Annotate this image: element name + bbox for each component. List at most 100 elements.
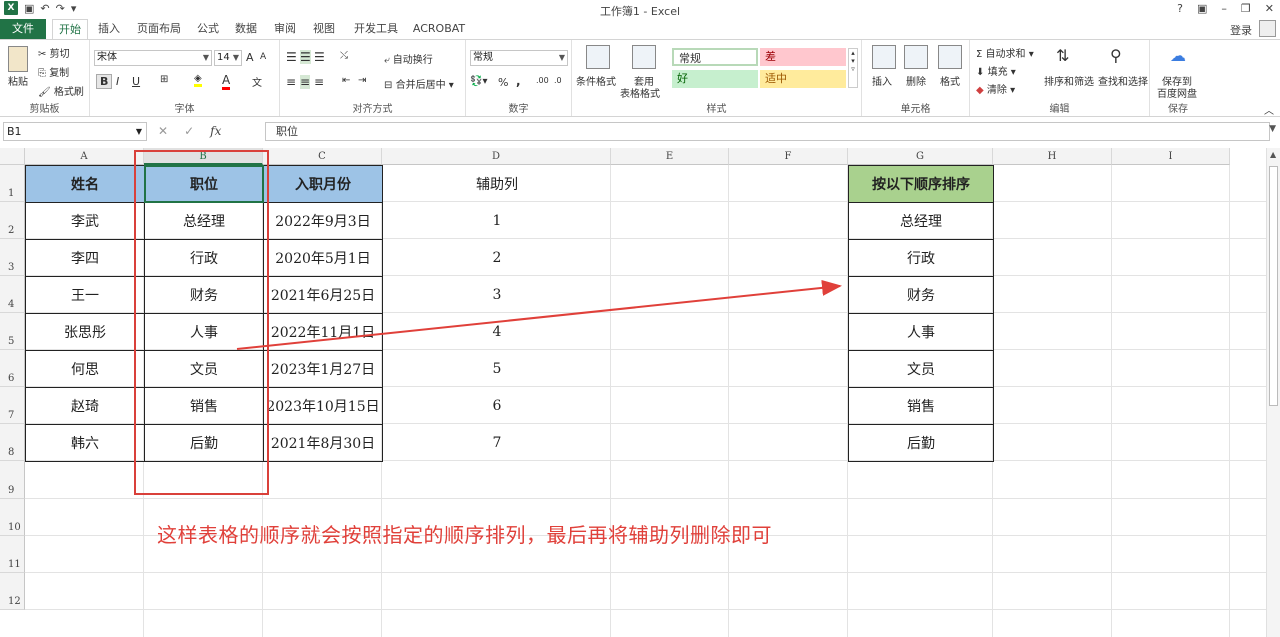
tab-formulas[interactable]: 公式	[193, 19, 223, 39]
decrease-decimal-icon[interactable]: .0	[554, 76, 562, 85]
helper-cell[interactable]: 3	[382, 276, 612, 314]
font-name-combo[interactable]: 宋体 ▼	[94, 50, 212, 66]
helper-header-cell[interactable]: 辅助列	[382, 165, 612, 203]
grow-font-button[interactable]: A	[246, 51, 254, 64]
table-cell[interactable]: 何思	[25, 350, 145, 388]
column-header-c[interactable]: C	[263, 148, 382, 165]
fill-button[interactable]: ⬇ 填充 ▾	[976, 63, 1016, 78]
tab-page-layout[interactable]: 页面布局	[134, 19, 184, 39]
table-cell[interactable]: 2021年8月30日	[263, 424, 383, 462]
copy-button[interactable]: ⎘ 复制	[38, 64, 69, 79]
table-header-cell[interactable]: 入职月份	[263, 165, 383, 203]
select-all-corner[interactable]	[0, 148, 25, 165]
clear-button[interactable]: ◆ 清除 ▾	[976, 81, 1015, 96]
phonetic-button[interactable]: 文	[252, 74, 262, 89]
worksheet-grid[interactable]: ABCDEFGHI 1 2 3 4 5 6 7 8 9 10 11 12 姓名 职位 入职月份 李武 总经理 2…	[0, 148, 1280, 637]
increase-decimal-icon[interactable]: .00	[536, 76, 549, 85]
borders-button[interactable]: ⊞	[160, 74, 168, 85]
tab-data[interactable]: 数据	[231, 19, 261, 39]
insert-function-icon[interactable]: fx	[210, 124, 221, 138]
row-header-10[interactable]: 10	[0, 499, 25, 536]
table-cell[interactable]: 2023年1月27日	[263, 350, 383, 388]
cut-button[interactable]: ✂ 剪切	[38, 45, 70, 60]
format-painter-button[interactable]: 🖌 格式刷	[38, 83, 84, 98]
table-cell[interactable]: 销售	[144, 387, 264, 425]
row-header-5[interactable]: 5	[0, 313, 25, 350]
column-header-d[interactable]: D	[382, 148, 611, 165]
help-button[interactable]: ?	[1177, 2, 1183, 15]
comma-button[interactable]: ,	[516, 74, 521, 88]
table-header-cell[interactable]: 姓名	[25, 165, 145, 203]
autosum-button[interactable]: Σ 自动求和 ▾	[976, 45, 1034, 60]
column-header-i[interactable]: I	[1112, 148, 1230, 165]
align-bottom-icon[interactable]: ☰	[314, 50, 325, 64]
restore-icon[interactable]: ❐	[1241, 2, 1251, 15]
fill-color-button[interactable]: ◈	[194, 73, 202, 87]
style-neutral[interactable]: 适中	[760, 70, 846, 88]
sort-filter-button[interactable]: 排序和筛选	[1044, 73, 1094, 88]
bold-button[interactable]: B	[96, 74, 113, 89]
vertical-scrollbar[interactable]: ▲	[1266, 148, 1280, 637]
table-cell[interactable]: 2020年5月1日	[263, 239, 383, 277]
table-cell[interactable]: 人事	[144, 313, 264, 351]
row-header-8[interactable]: 8	[0, 424, 25, 461]
orientation-icon[interactable]: ⤯	[340, 50, 348, 61]
row-header-2[interactable]: 2	[0, 202, 25, 239]
tab-home[interactable]: 开始	[52, 19, 88, 40]
insert-cells-button[interactable]: 插入	[872, 73, 892, 88]
paste-icon[interactable]	[8, 46, 28, 72]
ribbon-display-icon[interactable]: ▣	[1197, 2, 1207, 15]
order-cell[interactable]: 总经理	[848, 202, 994, 240]
table-cell[interactable]: 王一	[25, 276, 145, 314]
formula-input[interactable]: 职位	[265, 122, 1270, 141]
font-size-combo[interactable]: 14 ▼	[214, 50, 242, 66]
style-bad[interactable]: 差	[760, 48, 846, 66]
styles-scroll-icon[interactable]: ▴ ▾ ▿	[848, 48, 858, 88]
table-cell[interactable]: 李四	[25, 239, 145, 277]
table-format-line2[interactable]: 表格格式	[620, 85, 660, 100]
name-box[interactable]: B1 ▼	[3, 122, 147, 141]
column-header-b[interactable]: B	[144, 148, 263, 165]
close-icon[interactable]: ✕	[1265, 2, 1274, 15]
tab-developer[interactable]: 开发工具	[349, 19, 403, 39]
align-left-icon[interactable]: ≡	[286, 75, 296, 89]
row-header-4[interactable]: 4	[0, 276, 25, 313]
underline-button[interactable]: U	[132, 75, 140, 88]
order-cell[interactable]: 行政	[848, 239, 994, 277]
expand-formula-icon[interactable]: ▼	[1269, 124, 1276, 134]
helper-cell[interactable]: 4	[382, 313, 612, 351]
table-cell[interactable]: 张思彤	[25, 313, 145, 351]
table-cell[interactable]: 行政	[144, 239, 264, 277]
helper-cell[interactable]: 5	[382, 350, 612, 388]
row-header-3[interactable]: 3	[0, 239, 25, 276]
row-header-9[interactable]: 9	[0, 461, 25, 499]
table-cell[interactable]: 韩六	[25, 424, 145, 462]
order-header-cell[interactable]: 按以下顺序排序	[848, 165, 994, 203]
merge-center-button[interactable]: ⊟ 合并后居中 ▾	[384, 76, 454, 91]
table-cell[interactable]: 文员	[144, 350, 264, 388]
row-header-1[interactable]: 1	[0, 165, 25, 202]
order-cell[interactable]: 财务	[848, 276, 994, 314]
align-middle-icon[interactable]: ☰	[300, 50, 311, 64]
paste-button[interactable]: 粘贴	[8, 73, 28, 88]
increase-indent-icon[interactable]: ⇥	[358, 75, 366, 86]
delete-cells-button[interactable]: 删除	[906, 73, 926, 88]
column-header-a[interactable]: A	[25, 148, 144, 165]
column-header-h[interactable]: H	[993, 148, 1112, 165]
table-cell[interactable]: 2021年6月25日	[263, 276, 383, 314]
align-top-icon[interactable]: ☰	[286, 50, 297, 64]
save-to-baidu-line2[interactable]: 百度网盘	[1157, 85, 1197, 100]
font-color-button[interactable]: A	[222, 73, 231, 90]
find-select-button[interactable]: 查找和选择	[1098, 73, 1148, 88]
table-cell[interactable]: 总经理	[144, 202, 264, 240]
decrease-indent-icon[interactable]: ⇤	[342, 75, 350, 86]
table-cell[interactable]: 李武	[25, 202, 145, 240]
conditional-format-button[interactable]: 条件格式	[576, 73, 616, 88]
collapse-ribbon-icon[interactable]: ︿	[1264, 102, 1274, 117]
order-cell[interactable]: 销售	[848, 387, 994, 425]
tab-review[interactable]: 审阅	[270, 19, 300, 39]
italic-button[interactable]: I	[116, 75, 119, 88]
row-header-11[interactable]: 11	[0, 536, 25, 573]
table-cell[interactable]: 2022年9月3日	[263, 202, 383, 240]
row-header-12[interactable]: 12	[0, 573, 25, 610]
